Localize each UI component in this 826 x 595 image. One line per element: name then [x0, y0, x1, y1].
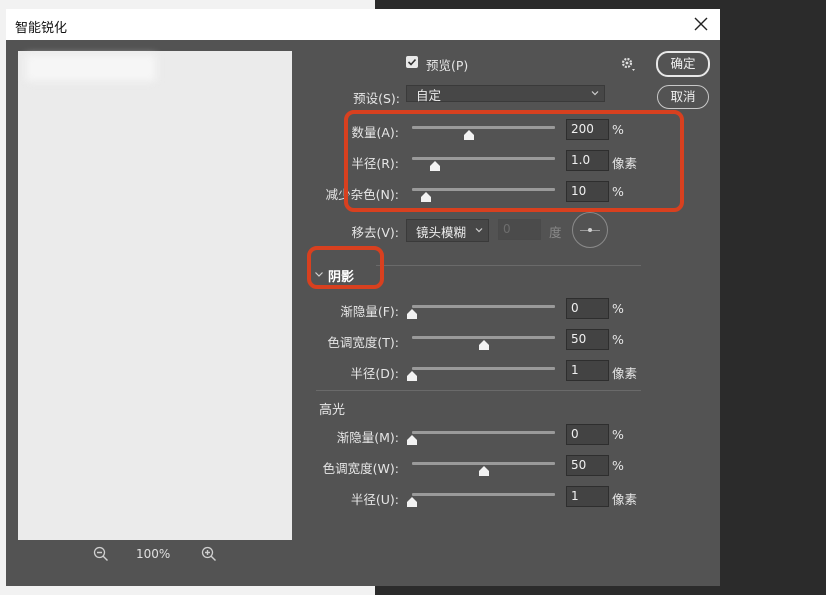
noise-slider-track[interactable]	[412, 188, 555, 191]
preview-checkbox[interactable]	[406, 56, 418, 68]
shadow-tonal-thumb[interactable]	[478, 340, 489, 350]
noise-slider-thumb[interactable]	[421, 192, 432, 202]
highlight-fade-input[interactable]: 0	[566, 424, 609, 445]
angle-input[interactable]: 0	[498, 219, 541, 240]
highlight-fade-thumb[interactable]	[407, 435, 417, 445]
amount-unit: %	[612, 122, 624, 137]
shadow-tonal-unit: %	[612, 332, 624, 347]
highlight-radius-unit: 像素	[612, 492, 638, 507]
highlight-radius-track[interactable]	[412, 493, 555, 496]
shadow-radius-label: 半径(D):	[350, 366, 399, 381]
shadow-fade-label: 渐隐量(F):	[340, 304, 399, 319]
preview-pane[interactable]	[18, 51, 292, 540]
shadow-tonal-track[interactable]	[412, 336, 555, 339]
highlight-fade-label: 渐隐量(M):	[336, 430, 399, 445]
angle-unit: 度	[549, 225, 562, 240]
highlight-tonal-thumb[interactable]	[478, 466, 489, 476]
remove-label: 移去(V):	[351, 225, 399, 240]
preview-highlight	[26, 55, 156, 81]
noise-unit: %	[612, 184, 624, 199]
shadow-tonal-label: 色调宽度(T):	[327, 335, 399, 350]
shadow-fade-thumb[interactable]	[407, 309, 417, 319]
zoom-out-icon[interactable]	[93, 546, 109, 562]
dialog-title: 智能锐化	[15, 21, 68, 36]
radius-unit: 像素	[612, 156, 638, 171]
zoom-level: 100%	[136, 547, 171, 561]
checkmark-icon	[407, 58, 417, 66]
shadow-fade-unit: %	[612, 301, 624, 316]
highlight-radius-label: 半径(U):	[350, 492, 399, 507]
shadow-radius-unit: 像素	[612, 366, 638, 381]
dialog-titlebar: 智能锐化	[6, 9, 720, 40]
zoom-in-icon[interactable]	[201, 546, 217, 562]
highlight-tonal-input[interactable]: 50	[566, 455, 609, 476]
shadow-tonal-input[interactable]: 50	[566, 329, 609, 350]
angle-dial[interactable]	[572, 212, 608, 248]
radius-input[interactable]: 1.0	[566, 150, 609, 171]
chevron-down-icon[interactable]	[314, 269, 324, 279]
remove-dropdown[interactable]: 镜头模糊	[406, 219, 489, 242]
shadow-radius-input[interactable]: 1	[566, 360, 609, 381]
shadows-section-title[interactable]: 阴影	[328, 266, 354, 285]
gear-icon[interactable]	[620, 56, 636, 72]
amount-slider-thumb[interactable]	[464, 130, 475, 140]
highlight-tonal-label: 色调宽度(W):	[322, 461, 399, 476]
smart-sharpen-dialog: 智能锐化 100% 预览(P) 确定 取消 预设(S): 自定 数量(A): 2…	[6, 9, 720, 586]
highlight-tonal-track[interactable]	[412, 462, 555, 465]
noise-input[interactable]: 10	[566, 181, 609, 202]
highlight-radius-input[interactable]: 1	[566, 486, 609, 507]
shadow-radius-track[interactable]	[412, 367, 555, 370]
radius-label: 半径(R):	[351, 156, 399, 171]
highlights-section-title[interactable]: 高光	[319, 399, 345, 418]
noise-label: 减少杂色(N):	[325, 187, 399, 202]
ok-button[interactable]: 确定	[656, 51, 710, 77]
amount-slider-track[interactable]	[412, 126, 555, 129]
amount-input[interactable]: 200	[566, 119, 609, 140]
highlight-fade-unit: %	[612, 427, 624, 442]
highlight-fade-track[interactable]	[412, 431, 555, 434]
angle-dial-center	[588, 228, 592, 232]
amount-label: 数量(A):	[351, 125, 399, 140]
cancel-button[interactable]: 取消	[657, 85, 709, 109]
radius-slider-thumb[interactable]	[429, 161, 440, 171]
remove-value: 镜头模糊	[416, 225, 467, 240]
preset-label: 预设(S):	[353, 91, 400, 106]
chevron-down-icon	[591, 91, 599, 96]
shadow-radius-thumb[interactable]	[407, 371, 417, 381]
chevron-down-icon	[475, 228, 483, 233]
highlight-radius-thumb[interactable]	[407, 497, 417, 507]
highlight-tonal-unit: %	[612, 458, 624, 473]
shadow-fade-track[interactable]	[412, 305, 555, 308]
shadow-fade-input[interactable]: 0	[566, 298, 609, 319]
close-icon[interactable]	[690, 13, 712, 35]
preset-value: 自定	[416, 88, 442, 103]
preview-label: 预览(P)	[426, 58, 469, 73]
section-divider	[316, 390, 641, 391]
preset-dropdown[interactable]: 自定	[406, 85, 605, 103]
section-divider	[376, 265, 641, 266]
radius-slider-track[interactable]	[412, 157, 555, 160]
